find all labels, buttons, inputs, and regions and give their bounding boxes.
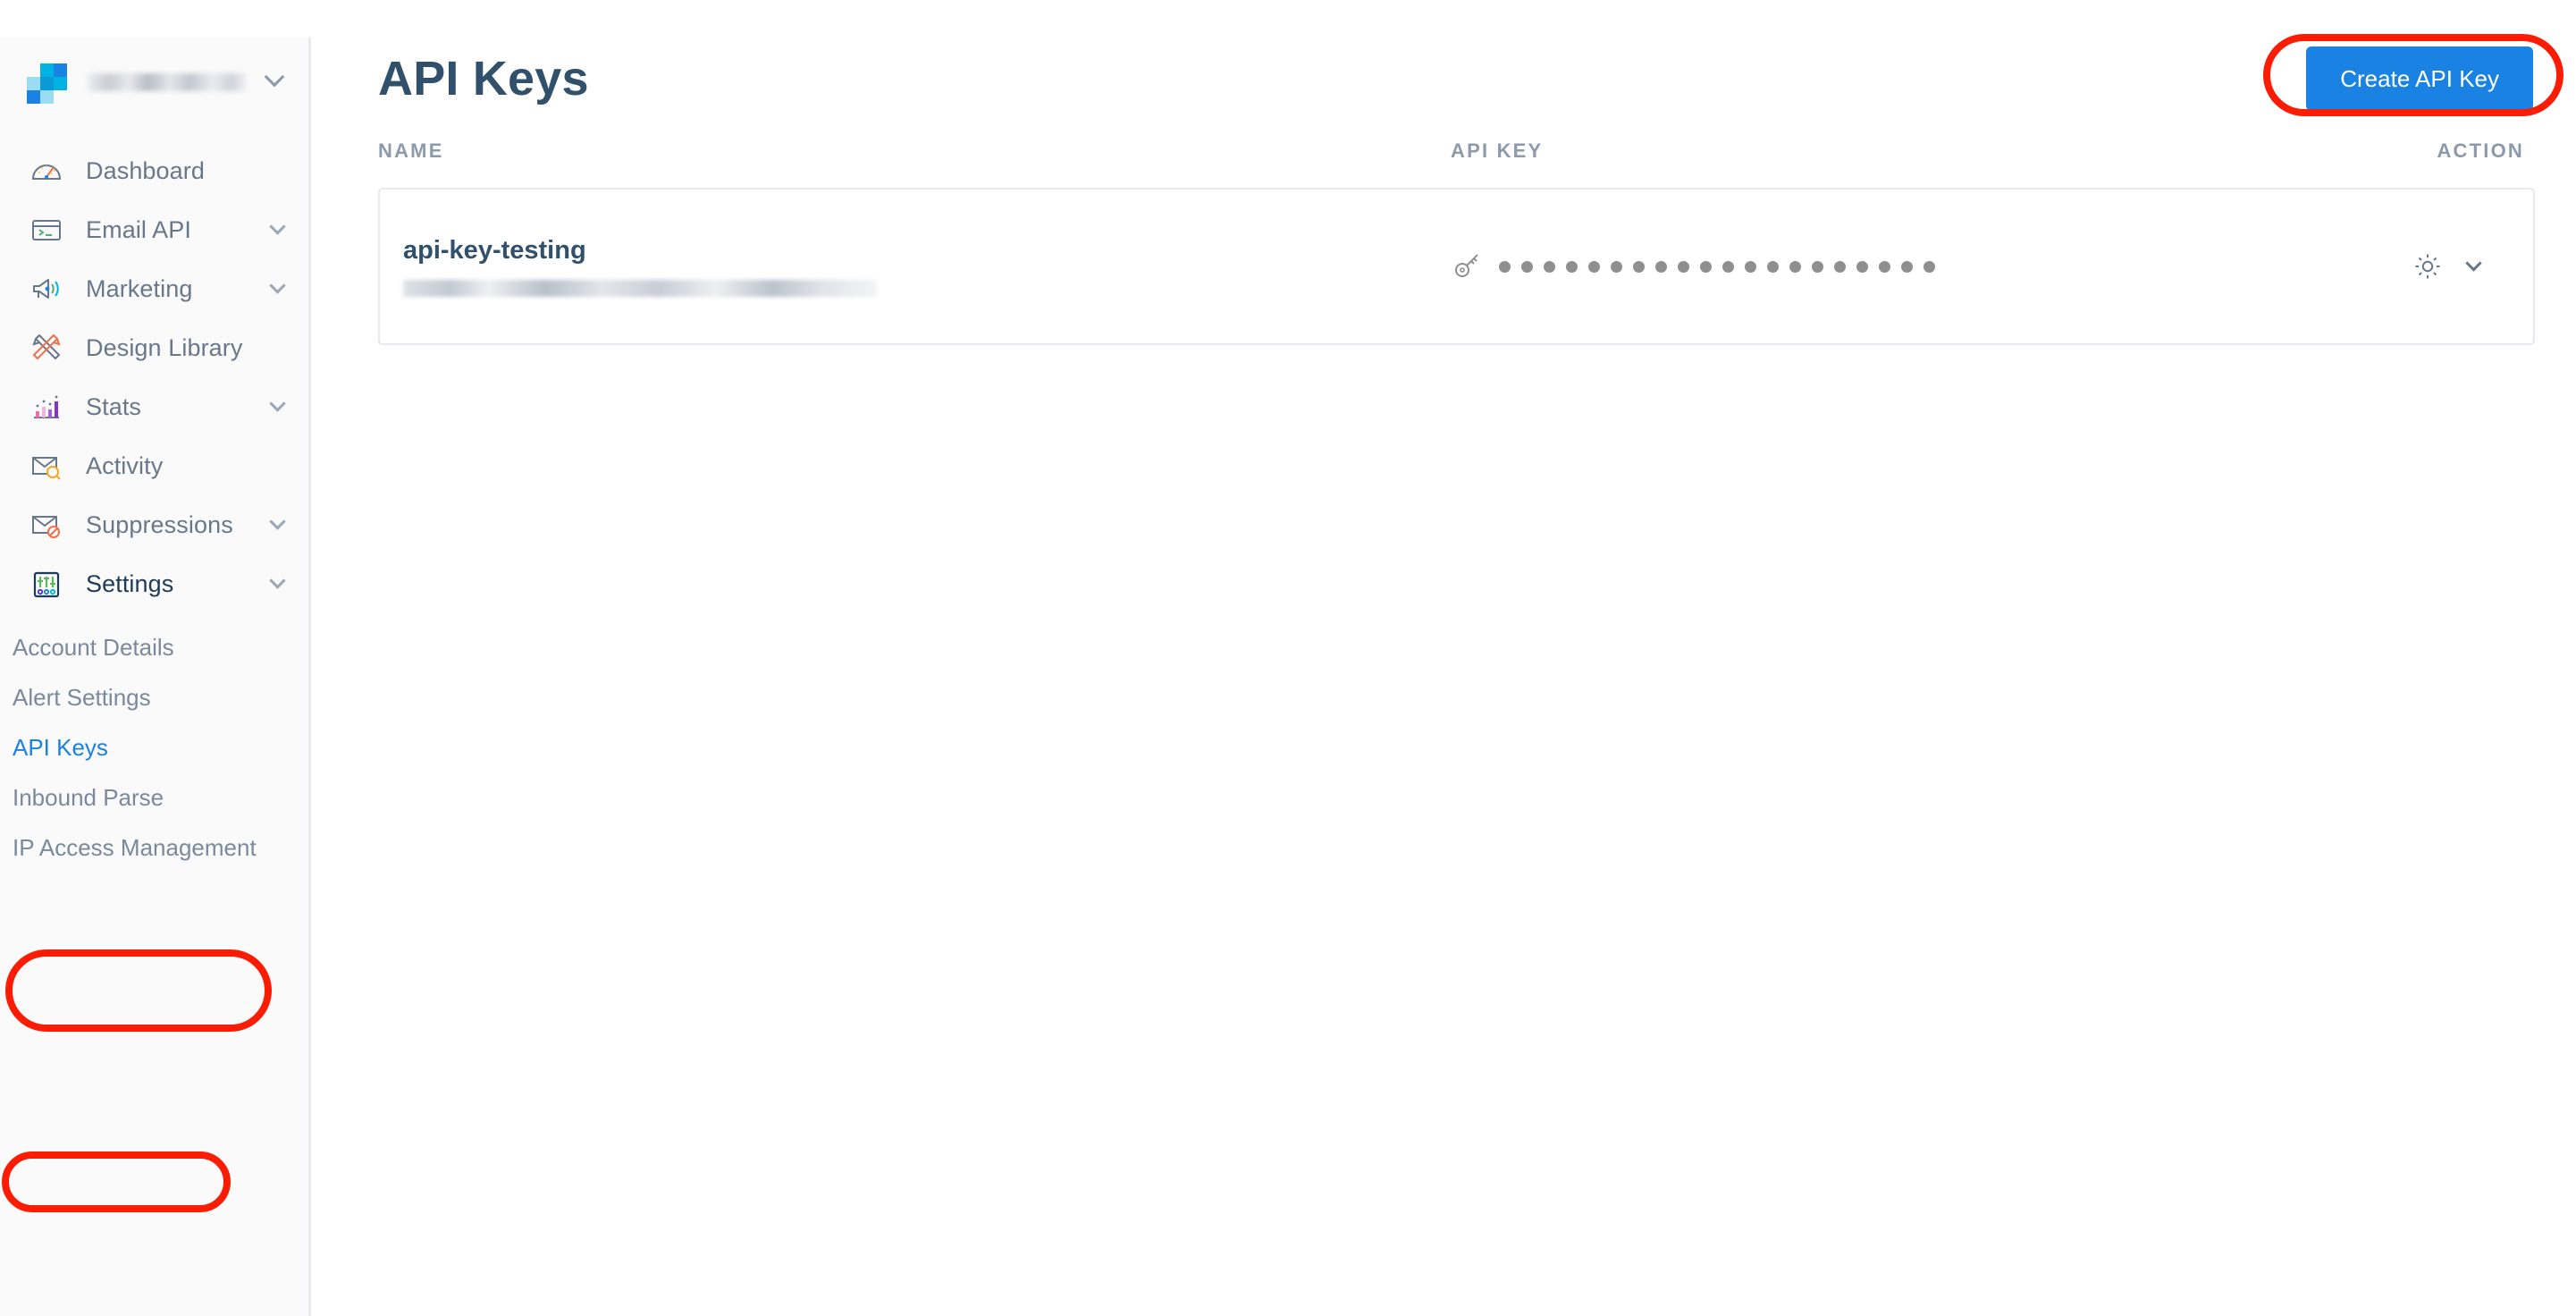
chevron-down-icon[interactable] <box>269 513 286 530</box>
primary-nav: Dashboard Email API Marketing Design Lib… <box>0 127 308 873</box>
cell-api-key <box>1452 249 2265 284</box>
chevron-down-icon[interactable] <box>264 66 285 88</box>
column-header-name: NAME <box>378 139 444 162</box>
page-title: API Keys <box>378 52 589 105</box>
api-keys-table: api-key-testing <box>378 188 2535 345</box>
envelope-block-icon <box>27 505 66 544</box>
sidebar-item-label: Settings <box>86 569 174 597</box>
envelope-search-icon <box>27 446 66 485</box>
sendgrid-logo-icon <box>27 62 68 104</box>
sliders-icon <box>27 564 66 603</box>
sidebar-item-label: Email API <box>86 215 191 243</box>
sidebar: Dashboard Email API Marketing Design Lib… <box>0 38 311 1316</box>
megaphone-icon <box>27 269 66 308</box>
sidebar-item-design-library[interactable]: Design Library <box>0 318 308 377</box>
chevron-down-icon[interactable] <box>2465 254 2482 272</box>
sidebar-item-label: Design Library <box>86 333 243 361</box>
sidebar-item-label: Suppressions <box>86 510 233 538</box>
sidebar-item-label: Activity <box>86 451 164 479</box>
create-api-key-button[interactable]: Create API Key <box>2306 46 2533 111</box>
chevron-down-icon[interactable] <box>269 277 286 294</box>
sidebar-item-dashboard[interactable]: Dashboard <box>0 141 308 200</box>
api-key-id-redacted <box>403 280 877 297</box>
chevron-down-icon[interactable] <box>269 218 286 235</box>
terminal-icon <box>27 210 66 249</box>
sidebar-item-suppressions[interactable]: Suppressions <box>0 495 308 554</box>
column-header-action: ACTION <box>2437 139 2524 162</box>
sub-item-label: IP Access Management <box>13 833 257 861</box>
api-key-masked-value <box>1499 260 1946 273</box>
sidebar-subitem-alert-settings[interactable]: Alert Settings <box>0 672 308 722</box>
sidebar-item-settings[interactable]: Settings <box>0 554 308 613</box>
sidebar-subitem-inbound-parse[interactable]: Inbound Parse <box>0 772 308 822</box>
sidebar-item-label: Dashboard <box>86 156 205 184</box>
sidebar-item-activity[interactable]: Activity <box>0 436 308 495</box>
chevron-down-icon[interactable] <box>269 395 286 412</box>
api-keys-page: Dashboard Email API Marketing Design Lib… <box>0 0 2576 1316</box>
sidebar-subitem-api-keys[interactable]: API Keys <box>0 722 308 772</box>
chevron-down-icon[interactable] <box>269 572 286 589</box>
sub-item-label: Alert Settings <box>13 683 151 711</box>
cell-action <box>2265 249 2533 283</box>
speedometer-icon <box>27 151 66 190</box>
page-header: API Keys Create API Key <box>314 0 2576 116</box>
sidebar-item-marketing[interactable]: Marketing <box>0 259 308 318</box>
sidebar-subitem-ip-access-management[interactable]: IP Access Management <box>0 822 308 873</box>
sidebar-item-email-api[interactable]: Email API <box>0 200 308 259</box>
account-switcher[interactable] <box>0 38 308 127</box>
cell-name: api-key-testing <box>403 236 1452 297</box>
gear-icon[interactable] <box>2411 249 2445 283</box>
sidebar-item-label: Marketing <box>86 274 193 302</box>
column-header-api-key: API KEY <box>1451 139 1544 162</box>
settings-submenu: Account Details Alert Settings API Keys … <box>0 613 308 873</box>
sidebar-item-label: Stats <box>86 392 142 420</box>
sidebar-item-stats[interactable]: Stats <box>0 377 308 436</box>
sub-item-label: Account Details <box>13 633 174 661</box>
sub-item-label: Inbound Parse <box>13 783 164 811</box>
table-row[interactable]: api-key-testing <box>380 190 2533 343</box>
api-key-name: api-key-testing <box>403 236 586 265</box>
account-name-redacted <box>88 73 247 91</box>
bar-chart-icon <box>27 387 66 426</box>
main-content: API Keys Create API Key NAME API KEY ACT… <box>314 0 2576 1316</box>
sidebar-subitem-account-details[interactable]: Account Details <box>0 622 308 672</box>
pencil-ruler-icon <box>27 328 66 367</box>
table-header-row: NAME API KEY ACTION <box>314 116 2576 186</box>
sub-item-label: API Keys <box>13 733 108 761</box>
key-icon <box>1452 249 1483 284</box>
